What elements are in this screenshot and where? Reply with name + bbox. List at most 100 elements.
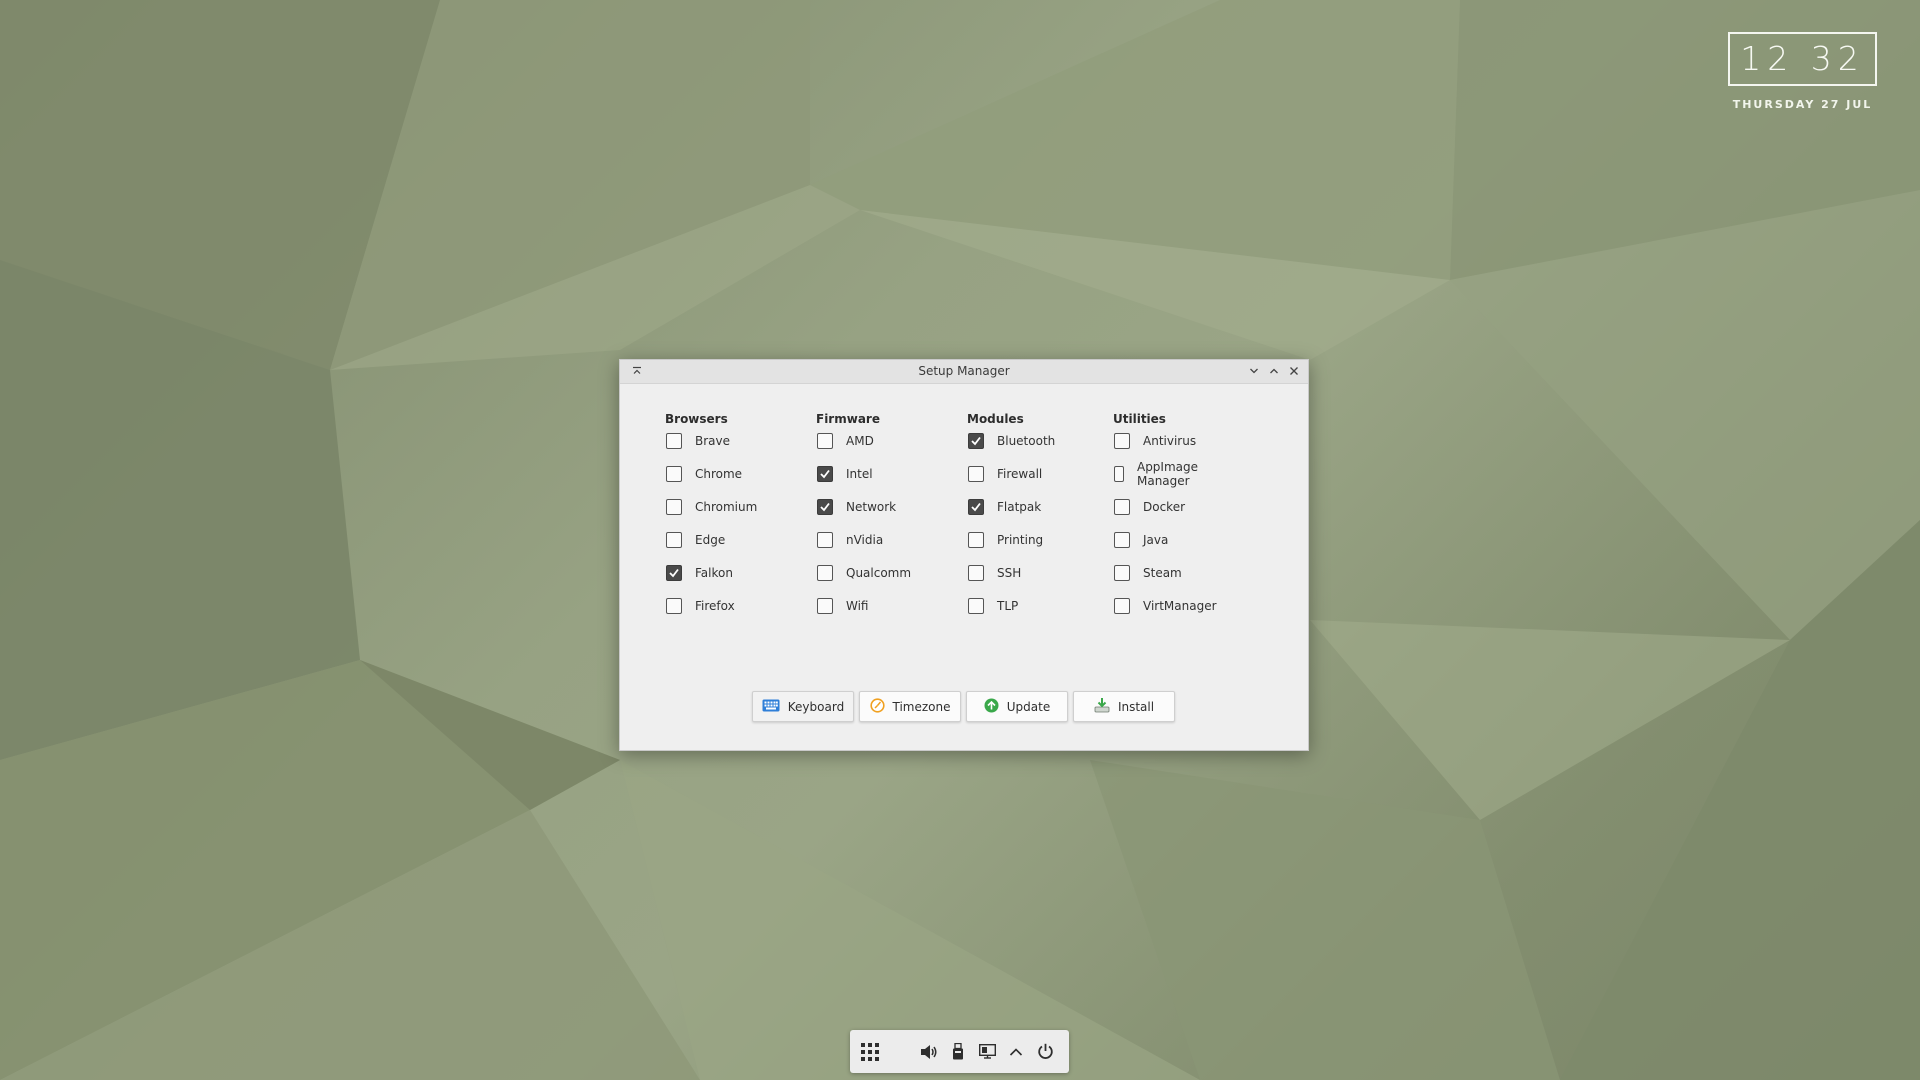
checkbox-chromium[interactable]: Chromium	[665, 497, 757, 517]
display-icon[interactable]	[975, 1030, 999, 1073]
checkbox-box[interactable]	[666, 532, 682, 548]
checkbox-label: AppImage Manager	[1136, 460, 1199, 488]
checkbox-falkon[interactable]: Falkon	[665, 563, 733, 583]
titlebar[interactable]: Setup Manager	[620, 360, 1308, 384]
install-button-label: Install	[1117, 699, 1155, 714]
checkbox-nvidia[interactable]: nVidia	[816, 530, 883, 550]
column-utilities: Utilities Antivirus AppImage Manager Doc…	[1113, 412, 1217, 614]
checkbox-label: Network	[846, 500, 897, 514]
checkbox-label: Docker	[1143, 500, 1186, 514]
app-grid-icon[interactable]	[858, 1030, 882, 1073]
taskbar	[850, 1030, 1069, 1073]
checkbox-box[interactable]	[666, 565, 682, 581]
checkbox-chrome[interactable]: Chrome	[665, 464, 742, 484]
install-button[interactable]: Install	[1073, 691, 1175, 722]
checkbox-box[interactable]	[666, 598, 682, 614]
update-arrow-icon	[984, 698, 999, 716]
checkbox-wifi[interactable]: Wifi	[816, 596, 869, 616]
checkbox-label: Java	[1143, 533, 1169, 547]
checkbox-steam[interactable]: Steam	[1113, 563, 1182, 583]
checkbox-box[interactable]	[1114, 499, 1130, 515]
power-icon[interactable]	[1033, 1030, 1057, 1073]
volume-icon[interactable]	[917, 1030, 941, 1073]
checkbox-box[interactable]	[968, 433, 984, 449]
checkbox-label: AMD	[846, 434, 874, 448]
checkbox-edge[interactable]: Edge	[665, 530, 725, 550]
clock-date: THURSDAY 27 JUL	[1732, 98, 1873, 111]
checkbox-virtmanager[interactable]: VirtManager	[1113, 596, 1217, 616]
checkbox-java[interactable]: Java	[1113, 530, 1168, 550]
checkbox-ssh[interactable]: SSH	[967, 563, 1021, 583]
checkbox-printing[interactable]: Printing	[967, 530, 1043, 550]
checkbox-box[interactable]	[968, 466, 984, 482]
clock-icon	[869, 697, 885, 716]
checkbox-box[interactable]	[1114, 466, 1124, 482]
checkbox-box[interactable]	[666, 433, 682, 449]
checkbox-box[interactable]	[817, 565, 833, 581]
checkbox-label: Qualcomm	[846, 566, 912, 580]
checkbox-intel[interactable]: Intel	[816, 464, 873, 484]
column-heading: Utilities	[1113, 412, 1166, 426]
checkbox-box[interactable]	[968, 499, 984, 515]
checkbox-label: Wifi	[846, 599, 869, 613]
checkbox-qualcomm[interactable]: Qualcomm	[816, 563, 911, 583]
setup-manager-window: Setup Manager Browsers Brave Chrome Chro…	[619, 359, 1309, 751]
checkbox-box[interactable]	[1114, 433, 1130, 449]
chevron-up-icon[interactable]	[1004, 1030, 1028, 1073]
checkbox-bluetooth[interactable]: Bluetooth	[967, 431, 1055, 451]
desktop: 12 32 THURSDAY 27 JUL Setup Manager Brow…	[0, 0, 1920, 1080]
checkbox-box[interactable]	[968, 565, 984, 581]
checkbox-box[interactable]	[817, 466, 833, 482]
maximize-icon[interactable]	[1266, 363, 1282, 379]
checkbox-box[interactable]	[1114, 532, 1130, 548]
checkbox-box[interactable]	[817, 499, 833, 515]
column-firmware: Firmware AMD Intel Network nVidia Qualco…	[816, 412, 911, 614]
checkbox-label: Steam	[1143, 566, 1182, 580]
checkbox-network[interactable]: Network	[816, 497, 896, 517]
minimize-icon[interactable]	[1246, 363, 1262, 379]
checkbox-label: Intel	[846, 467, 873, 481]
checkbox-firefox[interactable]: Firefox	[665, 596, 735, 616]
keyboard-button[interactable]: Keyboard	[752, 691, 854, 722]
checkbox-label: Brave	[695, 434, 731, 448]
checkbox-box[interactable]	[817, 433, 833, 449]
checkbox-firewall[interactable]: Firewall	[967, 464, 1042, 484]
checkbox-amd[interactable]: AMD	[816, 431, 874, 451]
checkbox-antivirus[interactable]: Antivirus	[1113, 431, 1196, 451]
action-buttons: Keyboard Timezone Update Install	[752, 691, 1175, 722]
checkbox-box[interactable]	[666, 466, 682, 482]
close-icon[interactable]	[1286, 363, 1302, 379]
checkbox-box[interactable]	[968, 532, 984, 548]
checkbox-box[interactable]	[1114, 565, 1130, 581]
checkbox-label: Printing	[997, 533, 1044, 547]
checkbox-docker[interactable]: Docker	[1113, 497, 1185, 517]
options-grid: Browsers Brave Chrome Chromium Edge Falk…	[645, 412, 1285, 632]
checkbox-box[interactable]	[817, 598, 833, 614]
checkbox-box[interactable]	[817, 532, 833, 548]
checkbox-label: nVidia	[846, 533, 884, 547]
checkbox-box[interactable]	[1114, 598, 1130, 614]
checkbox-label: Chrome	[695, 467, 743, 481]
install-icon	[1094, 697, 1110, 716]
checkbox-flatpak[interactable]: Flatpak	[967, 497, 1041, 517]
checkbox-label: Antivirus	[1143, 434, 1197, 448]
checkbox-box[interactable]	[666, 499, 682, 515]
column-modules: Modules Bluetooth Firewall Flatpak Print…	[967, 412, 1055, 614]
update-button[interactable]: Update	[966, 691, 1068, 722]
timezone-button[interactable]: Timezone	[859, 691, 961, 722]
checkbox-label: VirtManager	[1143, 599, 1217, 613]
keyboard-icon	[762, 699, 780, 715]
column-browsers: Browsers Brave Chrome Chromium Edge Falk…	[665, 412, 757, 614]
checkbox-box[interactable]	[968, 598, 984, 614]
checkbox-appimage-manager[interactable]: AppImage Manager	[1113, 460, 1204, 488]
timezone-button-label: Timezone	[892, 699, 951, 714]
checkbox-brave[interactable]: Brave	[665, 431, 730, 451]
usb-drive-icon[interactable]	[946, 1030, 970, 1073]
checkbox-tlp[interactable]: TLP	[967, 596, 1018, 616]
checkbox-label: Firewall	[997, 467, 1043, 481]
checkbox-label: Edge	[695, 533, 726, 547]
update-button-label: Update	[1006, 699, 1051, 714]
checkbox-label: TLP	[997, 599, 1019, 613]
checkbox-label: SSH	[997, 566, 1022, 580]
column-heading: Browsers	[665, 412, 728, 426]
